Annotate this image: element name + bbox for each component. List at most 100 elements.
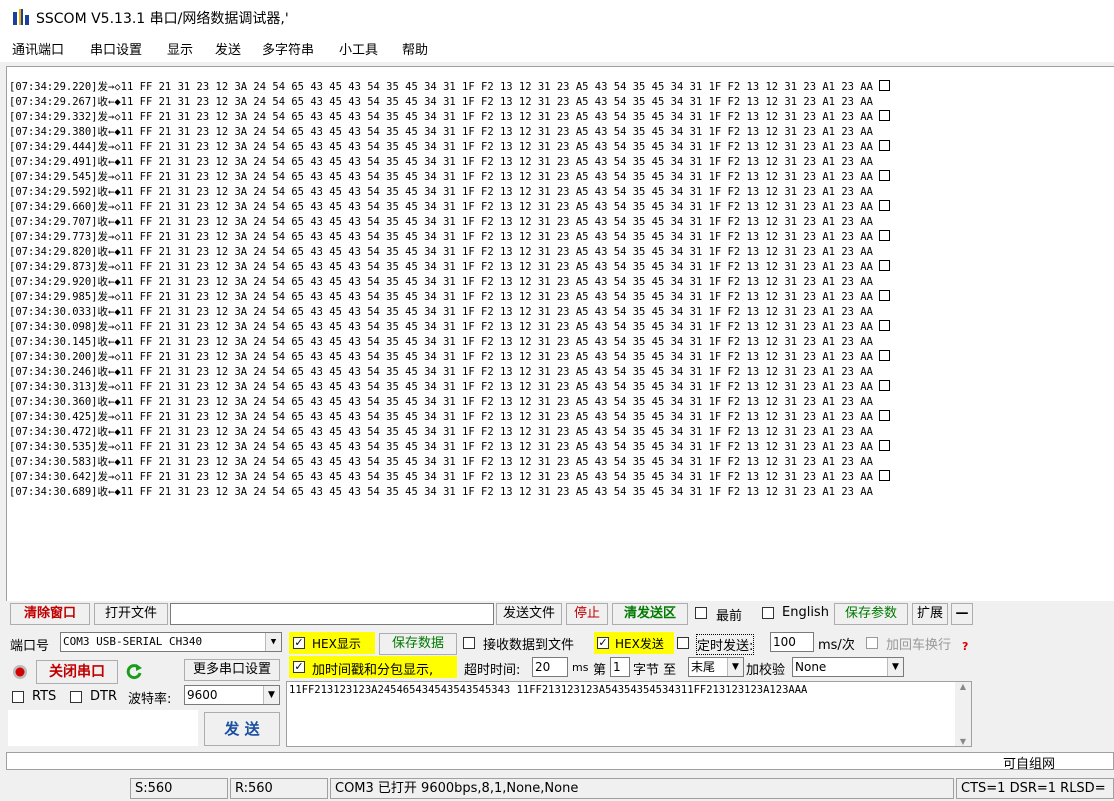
send-file-button[interactable]: 发送文件: [496, 603, 562, 625]
log-data: 11 FF 21 31 23 12 3A 24 54 65 43 45 43 5…: [120, 441, 873, 453]
log-line: [07:34:29.220]发→◇11 FF 21 31 23 12 3A 24…: [9, 80, 890, 95]
log-line: [07:34:29.920]收←◆11 FF 21 31 23 12 3A 24…: [9, 275, 890, 290]
checksum-value: None: [795, 660, 827, 674]
ad-ticker: 可自组网: [6, 752, 1114, 772]
append-crlf-label: 加回车换行: [886, 638, 952, 653]
close-port-button[interactable]: 关闭串口: [36, 660, 118, 684]
menu-display[interactable]: 显示: [167, 39, 193, 58]
menu-multi-string[interactable]: 多字符串: [262, 39, 314, 58]
log-data: 11 FF 21 31 23 12 3A 24 54 65 43 45 43 5…: [120, 171, 873, 183]
log-timestamp: [07:34:30.535]: [9, 441, 98, 453]
checksum-select[interactable]: None ▼: [792, 657, 904, 677]
dtr-checkbox[interactable]: [70, 691, 82, 703]
log-line: [07:34:30.689]收←◆11 FF 21 31 23 12 3A 24…: [9, 485, 890, 500]
log-line: [07:34:29.491]收←◆11 FF 21 31 23 12 3A 24…: [9, 155, 890, 170]
append-crlf-checkbox[interactable]: [866, 637, 878, 649]
line-end-box-icon: [878, 470, 890, 481]
log-line: [07:34:29.660]发→◇11 FF 21 31 23 12 3A 24…: [9, 200, 890, 215]
clear-window-button[interactable]: 清除窗口: [10, 603, 90, 625]
log-data: 11 FF 21 31 23 12 3A 24 54 65 43 45 43 5…: [120, 396, 873, 408]
log-data: 11 FF 21 31 23 12 3A 24 54 65 43 45 43 5…: [120, 351, 873, 363]
timestamp-checkbox[interactable]: ✓: [293, 661, 305, 673]
rts-checkbox[interactable]: [12, 691, 24, 703]
log-data: 11 FF 21 31 23 12 3A 24 54 65 43 45 43 5…: [120, 96, 873, 108]
menu-comm-port[interactable]: 通讯端口: [12, 39, 64, 58]
log-line: [07:34:30.246]收←◆11 FF 21 31 23 12 3A 24…: [9, 365, 890, 380]
chevron-down-icon[interactable]: ▼: [727, 658, 743, 676]
log-line: [07:34:29.380]收←◆11 FF 21 31 23 12 3A 24…: [9, 125, 890, 140]
english-label: English: [782, 605, 829, 620]
send-scrollbar[interactable]: ▲ ▼: [955, 682, 971, 746]
topmost-label: 最前: [716, 609, 743, 624]
log-line: [07:34:30.313]发→◇11 FF 21 31 23 12 3A 24…: [9, 380, 890, 395]
log-line: [07:34:30.583]收←◆11 FF 21 31 23 12 3A 24…: [9, 455, 890, 470]
file-path-input[interactable]: [170, 603, 494, 625]
interval-input[interactable]: 100: [770, 632, 814, 652]
log-direction: 发→◇: [97, 261, 121, 273]
timeout-input[interactable]: 20: [532, 657, 568, 677]
send-button[interactable]: 发 送: [204, 712, 280, 746]
chevron-down-icon[interactable]: ▼: [263, 686, 279, 704]
end-select[interactable]: 末尾 ▼: [688, 657, 744, 677]
chevron-down-icon[interactable]: ▼: [887, 658, 903, 676]
timeout-label: 超时时间:: [464, 663, 521, 678]
menu-tools[interactable]: 小工具: [339, 39, 378, 58]
byte-start-input[interactable]: 1: [610, 657, 630, 677]
log-timestamp: [07:34:30.360]: [9, 396, 98, 408]
log-timestamp: [07:34:30.246]: [9, 366, 98, 378]
refresh-icon[interactable]: [124, 662, 144, 682]
log-direction: 收←◆: [97, 216, 121, 228]
english-checkbox[interactable]: [762, 607, 774, 619]
hex-display-checkbox[interactable]: ✓: [293, 637, 305, 649]
line-end-box-icon: [878, 110, 890, 121]
log-direction: 收←◆: [97, 486, 121, 498]
chevron-down-icon[interactable]: ▼: [265, 633, 281, 651]
more-settings-button[interactable]: 更多串口设置: [184, 659, 280, 681]
timed-send-checkbox[interactable]: [677, 637, 689, 649]
recv-to-file-checkbox[interactable]: [463, 637, 475, 649]
scroll-up-icon[interactable]: ▲: [955, 682, 971, 691]
log-direction: 发→◇: [97, 441, 121, 453]
log-data: 11 FF 21 31 23 12 3A 24 54 65 43 45 43 5…: [120, 471, 873, 483]
stop-button[interactable]: 停止: [566, 603, 608, 625]
menu-serial-settings[interactable]: 串口设置: [90, 39, 142, 58]
log-timestamp: [07:34:30.200]: [9, 351, 98, 363]
log-line: [07:34:30.535]发→◇11 FF 21 31 23 12 3A 24…: [9, 440, 890, 455]
expand-button[interactable]: 扩展: [912, 603, 948, 625]
received-count: R:560: [230, 778, 328, 799]
collapse-button[interactable]: —: [951, 603, 973, 625]
port-select[interactable]: COM3 USB-SERIAL CH340 ▼: [60, 632, 282, 652]
menu-help[interactable]: 帮助: [402, 39, 428, 58]
menu-send[interactable]: 发送: [215, 39, 241, 58]
log-timestamp: [07:34:30.689]: [9, 486, 98, 498]
log-timestamp: [07:34:29.220]: [9, 81, 98, 93]
log-timestamp: [07:34:30.098]: [9, 321, 98, 333]
log-data: 11 FF 21 31 23 12 3A 24 54 65 43 45 43 5…: [120, 426, 873, 438]
open-file-button[interactable]: 打开文件: [94, 603, 168, 625]
hex-send-checkbox[interactable]: ✓: [597, 637, 609, 649]
line-end-box-icon: [878, 350, 890, 361]
log-timestamp: [07:34:29.380]: [9, 126, 98, 138]
port-label: 端口号: [10, 639, 50, 654]
save-params-button[interactable]: 保存参数: [834, 603, 908, 625]
clear-send-button[interactable]: 清发送区: [612, 603, 688, 625]
log-timestamp: [07:34:30.313]: [9, 381, 98, 393]
scroll-down-icon[interactable]: ▼: [955, 737, 971, 746]
baud-select[interactable]: 9600 ▼: [184, 685, 280, 705]
log-line: [07:34:29.985]发→◇11 FF 21 31 23 12 3A 24…: [9, 290, 890, 305]
send-textarea[interactable]: 11FF213123123A245465434543543545343 11FF…: [286, 681, 972, 747]
log-data: 11 FF 21 31 23 12 3A 24 54 65 43 45 43 5…: [120, 291, 873, 303]
log-direction: 收←◆: [97, 126, 121, 138]
line-end-box-icon: [878, 140, 890, 151]
log-direction: 收←◆: [97, 156, 121, 168]
receive-log[interactable]: [07:34:29.220]发→◇11 FF 21 31 23 12 3A 24…: [6, 66, 1114, 601]
log-data: 11 FF 21 31 23 12 3A 24 54 65 43 45 43 5…: [120, 81, 873, 93]
save-data-button[interactable]: 保存数据: [379, 633, 457, 655]
line-end-box-icon: [878, 230, 890, 241]
log-direction: 发→◇: [97, 201, 121, 213]
timed-send-label: 定时发送:: [696, 634, 755, 655]
log-timestamp: [07:34:29.660]: [9, 201, 98, 213]
port-status-text: COM3 已打开 9600bps,8,1,None,None: [330, 778, 954, 799]
topmost-checkbox[interactable]: [695, 607, 707, 619]
status-bar: S:560 R:560 COM3 已打开 9600bps,8,1,None,No…: [0, 776, 1114, 801]
